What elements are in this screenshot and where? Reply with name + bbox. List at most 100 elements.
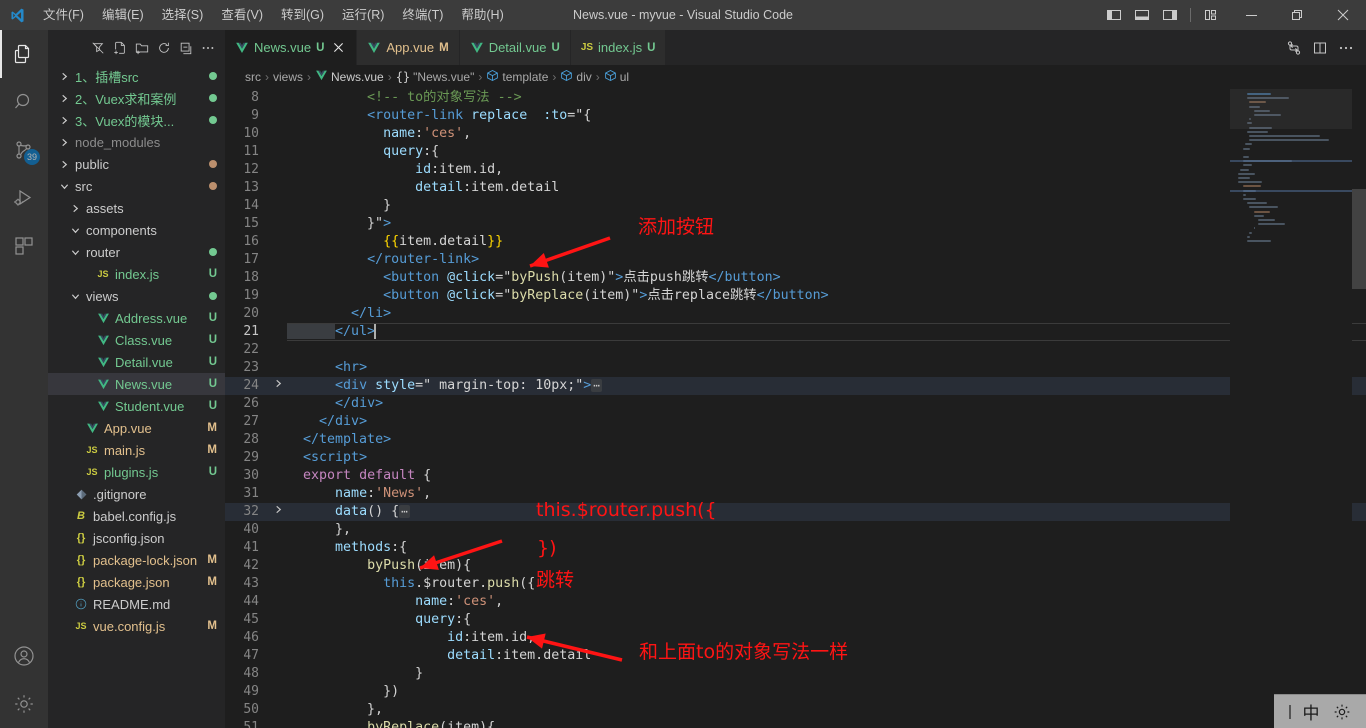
code-editor[interactable]: 8 <!-- to的对象写法 --> 9 <router-link replace… — [225, 89, 1366, 728]
ime-indicator[interactable]: 中 — [1274, 694, 1366, 728]
split-editor-right-icon[interactable] — [1308, 36, 1332, 60]
code-line[interactable]: 21 </ul> — [225, 323, 1366, 341]
code-line[interactable]: 43 this.$router.push({ — [225, 575, 1366, 593]
tree-item-detail.vue[interactable]: Detail.vue U — [48, 351, 225, 373]
menu-item-2[interactable]: 选择(S) — [153, 0, 213, 30]
code-line[interactable]: 42 byPush(item){ — [225, 557, 1366, 575]
more-actions-icon[interactable] — [197, 37, 219, 59]
menu-item-4[interactable]: 转到(G) — [272, 0, 333, 30]
new-folder-icon[interactable] — [131, 37, 153, 59]
scrollbar-thumb[interactable] — [1352, 189, 1366, 289]
code-line[interactable]: 18 <button @click="byPush(item)">点击push跳… — [225, 269, 1366, 287]
code-line[interactable]: 13 detail:item.detail — [225, 179, 1366, 197]
code-line[interactable]: 51 byReplace(item){ — [225, 719, 1366, 728]
tree-item-student.vue[interactable]: Student.vue U — [48, 395, 225, 417]
activity-extensions[interactable] — [0, 222, 48, 270]
code-line[interactable]: 17 </router-link> — [225, 251, 1366, 269]
tree-item-main.js[interactable]: JS main.js M — [48, 439, 225, 461]
code-line[interactable]: 47 detail:item.detail — [225, 647, 1366, 665]
code-line[interactable]: 19 <button @click="byReplace(item)">点击re… — [225, 287, 1366, 305]
code-line[interactable]: 12 id:item.id, — [225, 161, 1366, 179]
menu-item-6[interactable]: 终端(T) — [393, 0, 452, 30]
code-line[interactable]: 27 </div> — [225, 413, 1366, 431]
tree-item-views[interactable]: views — [48, 285, 225, 307]
toggle-primary-sidebar-icon[interactable] — [1101, 2, 1127, 28]
tab-index-js[interactable]: JS index.js U — [570, 30, 667, 65]
breadcrumb-item-4[interactable]: template — [486, 69, 548, 85]
menu-item-5[interactable]: 运行(R) — [333, 0, 393, 30]
ime-mode-label[interactable]: 中 — [1303, 699, 1320, 724]
code-line[interactable]: 15 }"> — [225, 215, 1366, 233]
tree-item-readme.md[interactable]: README.md — [48, 593, 225, 615]
editor-tabs[interactable]: News.vue U App.vue M Detail.vue U JS index.js U — [225, 30, 667, 65]
tree-item-src[interactable]: src — [48, 175, 225, 197]
tree-item-address.vue[interactable]: Address.vue U — [48, 307, 225, 329]
code-line[interactable]: 46 id:item.id, — [225, 629, 1366, 647]
code-line[interactable]: 48 } — [225, 665, 1366, 683]
code-line[interactable]: 30 export default { — [225, 467, 1366, 485]
code-line[interactable]: 9 <router-link replace :to="{ — [225, 107, 1366, 125]
menu-item-1[interactable]: 编辑(E) — [93, 0, 153, 30]
tree-item-router[interactable]: router — [48, 241, 225, 263]
minimap[interactable] — [1230, 89, 1352, 728]
split-compare-icon[interactable] — [1282, 36, 1306, 60]
code-line[interactable]: 29 <script> — [225, 449, 1366, 467]
new-file-icon[interactable] — [109, 37, 131, 59]
tree-item-node-modules[interactable]: node_modules — [48, 131, 225, 153]
breadcrumb-item-0[interactable]: src — [245, 70, 261, 84]
minimize-button[interactable] — [1228, 0, 1274, 30]
code-line[interactable]: 40 }, — [225, 521, 1366, 539]
activity-settings[interactable] — [0, 680, 48, 728]
breadcrumb-item-5[interactable]: div — [560, 69, 592, 85]
tab-close-icon[interactable] — [330, 40, 346, 56]
tree-item-components[interactable]: components — [48, 219, 225, 241]
breadcrumb-item-2[interactable]: News.vue — [315, 69, 384, 85]
tree-item-package.json[interactable]: {} package.json M — [48, 571, 225, 593]
minimap-slider[interactable] — [1230, 89, 1352, 129]
code-line[interactable]: 22 — [225, 341, 1366, 359]
tree-item-vue.config.js[interactable]: JS vue.config.js M — [48, 615, 225, 637]
toggle-panel-icon[interactable] — [1129, 2, 1155, 28]
code-line[interactable]: 50 }, — [225, 701, 1366, 719]
fold-chevron-icon[interactable] — [269, 503, 287, 521]
collapse-all-icon[interactable] — [175, 37, 197, 59]
code-line[interactable]: 10 name:'ces', — [225, 125, 1366, 143]
tree-item-public[interactable]: public — [48, 153, 225, 175]
code-line[interactable]: 28 </template> — [225, 431, 1366, 449]
toggle-secondary-sidebar-icon[interactable] — [1157, 2, 1183, 28]
tree-item-babel.config.js[interactable]: Bbabel.config.js — [48, 505, 225, 527]
tree-item-plugins.js[interactable]: JS plugins.js U — [48, 461, 225, 483]
activity-search[interactable] — [0, 78, 48, 126]
tree-item-app.vue[interactable]: App.vue M — [48, 417, 225, 439]
code-line[interactable]: 8 <!-- to的对象写法 --> — [225, 89, 1366, 107]
code-line[interactable]: 26 </div> — [225, 395, 1366, 413]
tree-item-class.vue[interactable]: Class.vue U — [48, 329, 225, 351]
code-line[interactable]: 49 }) — [225, 683, 1366, 701]
tab-Detail-vue[interactable]: Detail.vue U — [459, 30, 571, 65]
code-line[interactable]: 32 data() {⋯ — [225, 503, 1366, 521]
breadcrumb-item-6[interactable]: ul — [604, 69, 629, 85]
tab-App-vue[interactable]: App.vue M — [357, 30, 460, 65]
tree-item-package-lock.json[interactable]: {} package-lock.json M — [48, 549, 225, 571]
activity-source-control[interactable]: 39 — [0, 126, 48, 174]
code-line[interactable]: 11 query:{ — [225, 143, 1366, 161]
tree-item-3-vuex-...[interactable]: 3、Vuex的模块... — [48, 109, 225, 131]
menu-item-7[interactable]: 帮助(H) — [452, 0, 512, 30]
activity-accounts[interactable] — [0, 632, 48, 680]
code-lines[interactable]: 8 <!-- to的对象写法 --> 9 <router-link replace… — [225, 89, 1366, 728]
code-line[interactable]: 45 query:{ — [225, 611, 1366, 629]
maximize-button[interactable] — [1274, 0, 1320, 30]
tree-item-.gitignore[interactable]: .gitignore — [48, 483, 225, 505]
tree-item-news.vue[interactable]: News.vue U — [48, 373, 225, 395]
tree-item-2-vuex-[interactable]: 2、Vuex求和案例 — [48, 87, 225, 109]
menu-item-0[interactable]: 文件(F) — [34, 0, 93, 30]
code-line[interactable]: 20 </li> — [225, 305, 1366, 323]
code-line[interactable]: 24 <div style=" margin-top: 10px;"> ⋯ — [225, 377, 1366, 395]
code-line[interactable]: 23 <hr> — [225, 359, 1366, 377]
code-line[interactable]: 16 {{item.detail}} — [225, 233, 1366, 251]
tree-item-jsconfig.json[interactable]: {} jsconfig.json — [48, 527, 225, 549]
ime-gear-icon[interactable] — [1332, 702, 1352, 722]
editor-more-actions-icon[interactable] — [1334, 36, 1358, 60]
tree-item-index.js[interactable]: JS index.js U — [48, 263, 225, 285]
code-line[interactable]: 31 name:'News', — [225, 485, 1366, 503]
